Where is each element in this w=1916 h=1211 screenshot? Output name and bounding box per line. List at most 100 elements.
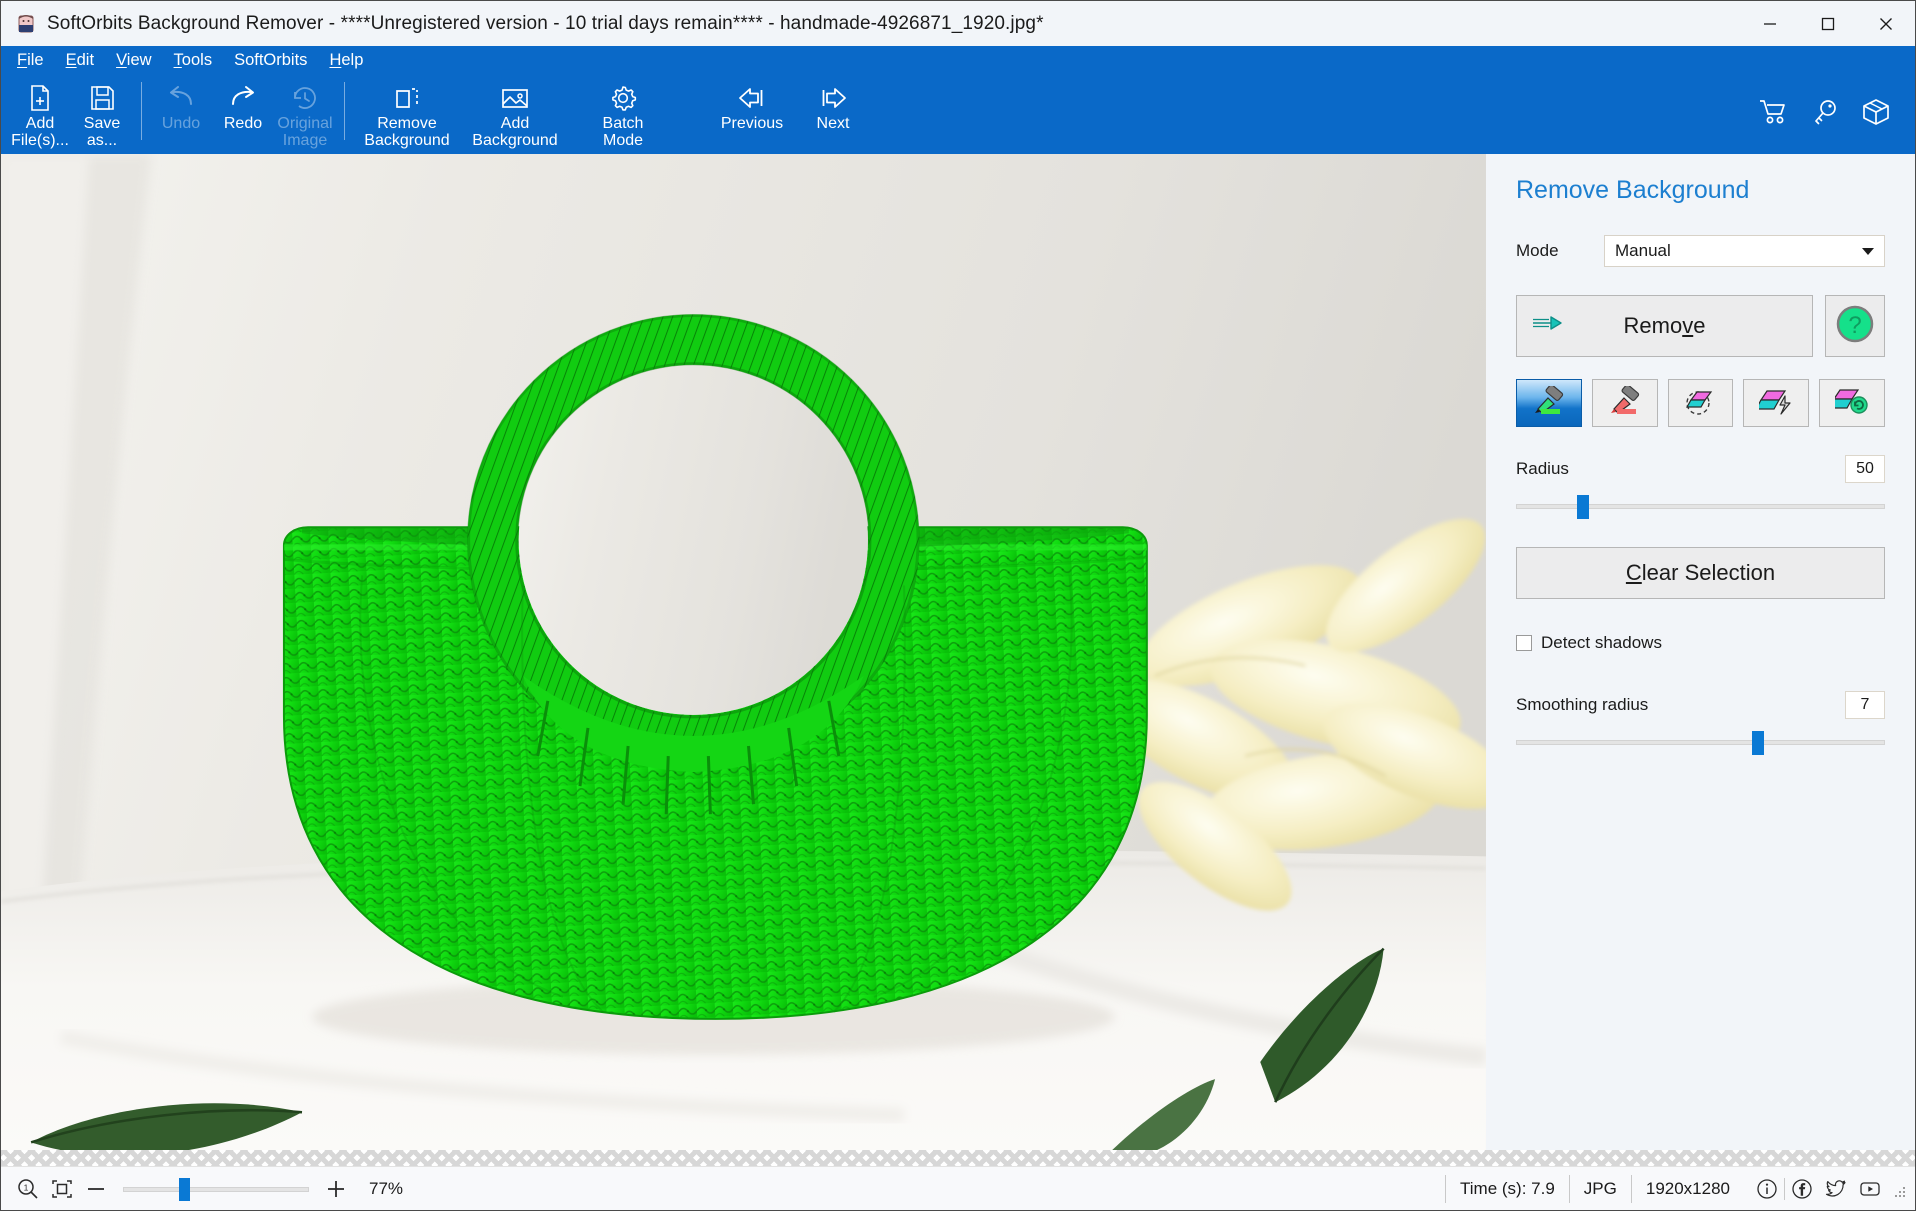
file-add-icon	[25, 80, 55, 116]
status-format: JPG	[1569, 1175, 1631, 1203]
smoothing-radius-slider[interactable]	[1516, 731, 1885, 753]
status-bar: 1 77% Time (s): 7.9 JPG 1920x1280	[1, 1166, 1915, 1210]
zoom-slider-rail	[123, 1187, 309, 1192]
radius-value[interactable]: 50	[1845, 455, 1885, 483]
youtube-icon[interactable]	[1853, 1178, 1887, 1200]
menu-item-edit[interactable]: Edit	[64, 49, 104, 72]
green-marker-icon	[1532, 386, 1566, 421]
transparency-strip	[1, 1150, 1915, 1166]
question-circle-icon: ?	[1834, 303, 1876, 350]
smoothing-slider-rail	[1516, 740, 1885, 745]
crop-dashed-icon	[392, 80, 422, 116]
red-marker-icon	[1608, 386, 1642, 421]
history-clock-icon	[290, 80, 320, 116]
window-controls	[1741, 1, 1915, 46]
ribbon-label: Undo	[162, 116, 200, 133]
mode-select[interactable]: Manual	[1604, 235, 1885, 267]
help-button[interactable]: ?	[1825, 295, 1885, 357]
title-bar: SoftOrbits Background Remover - ****Unre…	[1, 1, 1915, 46]
info-icon[interactable]	[1750, 1178, 1784, 1200]
remove-button[interactable]: Remove	[1516, 295, 1813, 357]
tool-mark-object[interactable]	[1516, 379, 1582, 427]
ribbon-save-as[interactable]: Save as...	[71, 74, 133, 150]
tool-eraser[interactable]	[1668, 379, 1734, 427]
radius-slider[interactable]	[1516, 495, 1885, 517]
ribbon-batch-mode[interactable]: Batch Mode	[569, 74, 677, 150]
ribbon-label: Save	[84, 116, 120, 133]
arrow-right-teal-icon	[1531, 313, 1565, 339]
zoom-percent: 77%	[369, 1179, 403, 1199]
radius-label: Radius	[1516, 459, 1569, 479]
status-time: Time (s): 7.9	[1445, 1175, 1569, 1203]
ribbon-previous[interactable]: Previous	[707, 74, 797, 133]
menu-item-view[interactable]: View	[114, 49, 161, 72]
cart-icon[interactable]	[1759, 98, 1789, 131]
right-panel: Remove Background Mode Manual Rem	[1486, 154, 1915, 1150]
clear-selection-button[interactable]: Clear Selection	[1516, 547, 1885, 599]
menu-item-file[interactable]: File	[15, 49, 54, 72]
minimize-button[interactable]	[1741, 1, 1799, 46]
ribbon-label: Batch	[603, 116, 644, 133]
smoothing-radius-label: Smoothing radius	[1516, 695, 1648, 715]
gear-icon	[608, 80, 638, 116]
mode-selected-value: Manual	[1615, 241, 1671, 261]
save-icon	[87, 80, 117, 116]
detect-shadows-row[interactable]: Detect shadows	[1516, 633, 1885, 653]
mode-label: Mode	[1516, 241, 1604, 261]
tool-magic-wand[interactable]	[1743, 379, 1809, 427]
ribbon-add-background[interactable]: Add Background	[461, 74, 569, 150]
ribbon-label: Redo	[224, 116, 262, 133]
smoothing-slider-thumb[interactable]	[1752, 731, 1764, 755]
smoothing-head: Smoothing radius 7	[1516, 691, 1885, 719]
tool-mark-background[interactable]	[1592, 379, 1658, 427]
menu-item-help[interactable]: Help	[327, 49, 373, 72]
redo-arrow-icon	[227, 80, 259, 116]
reset-icon	[1835, 386, 1869, 421]
svg-text:1: 1	[24, 1182, 29, 1192]
menu-bar: File Edit View Tools SoftOrbits Help	[1, 46, 1915, 74]
zoom-in-button[interactable]	[319, 1179, 353, 1199]
ribbon-add-files[interactable]: Add File(s)...	[9, 74, 71, 150]
ribbon-separator-1	[141, 82, 142, 140]
menu-item-softorbits[interactable]: SoftOrbits	[232, 49, 317, 72]
twitter-icon[interactable]	[1819, 1178, 1853, 1200]
ribbon-next[interactable]: Next	[797, 74, 869, 133]
close-button[interactable]	[1857, 1, 1915, 46]
ribbon-undo[interactable]: Undo	[150, 74, 212, 133]
ribbon-area: File Edit View Tools SoftOrbits Help Add	[1, 46, 1915, 154]
radius-slider-thumb[interactable]	[1577, 495, 1589, 519]
ribbon-label2: Background	[472, 133, 557, 150]
picture-icon	[500, 80, 530, 116]
ribbon-remove-background[interactable]: Remove Background	[353, 74, 461, 150]
ribbon-label: Remove	[377, 116, 437, 133]
arrow-left-icon	[736, 80, 768, 116]
panel-title: Remove Background	[1516, 176, 1885, 205]
fit-to-window-icon[interactable]	[45, 1178, 79, 1200]
radius-slider-block: Radius 50	[1516, 455, 1885, 517]
ribbon-label: Previous	[721, 116, 783, 133]
zoom-out-button[interactable]	[79, 1179, 113, 1199]
detect-shadows-label: Detect shadows	[1541, 633, 1662, 653]
zoom-slider[interactable]	[123, 1178, 309, 1200]
arrow-right-icon	[817, 80, 849, 116]
tool-reset[interactable]	[1819, 379, 1885, 427]
ribbon-label2: Mode	[603, 133, 643, 150]
facebook-icon[interactable]	[1785, 1178, 1819, 1200]
ribbon-label: Add	[501, 116, 529, 133]
window-title: SoftOrbits Background Remover - ****Unre…	[47, 13, 1044, 35]
ribbon-label: Original	[277, 116, 332, 133]
key-icon[interactable]	[1811, 98, 1839, 131]
ribbon-original-image[interactable]: Original Image	[274, 74, 336, 150]
image-canvas[interactable]	[1, 154, 1486, 1150]
maximize-button[interactable]	[1799, 1, 1857, 46]
remove-row: Remove ?	[1516, 295, 1885, 357]
menu-item-tools[interactable]: Tools	[172, 49, 223, 72]
zoom-1to1-icon[interactable]: 1	[11, 1178, 45, 1200]
smoothing-radius-value[interactable]: 7	[1845, 691, 1885, 719]
box-3d-icon[interactable]	[1861, 98, 1891, 131]
status-social-icons	[1750, 1178, 1887, 1200]
detect-shadows-checkbox[interactable]	[1516, 635, 1532, 651]
ribbon-redo[interactable]: Redo	[212, 74, 274, 133]
zoom-slider-thumb[interactable]	[179, 1178, 190, 1201]
resize-grip[interactable]	[1893, 1185, 1907, 1199]
